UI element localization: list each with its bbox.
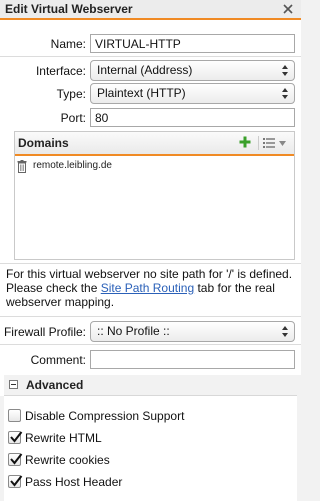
divider [0, 263, 301, 264]
select-arrows-icon [282, 326, 288, 337]
select-arrows-icon [282, 65, 288, 76]
firewall-label: Firewall Profile: [3, 325, 86, 339]
domain-name: remote.leibling.de [33, 160, 112, 171]
disable-compression-checkbox[interactable] [8, 409, 21, 422]
firewall-row: Firewall Profile: :: No Profile :: [0, 321, 301, 343]
type-select-value: Plaintext (HTTP) [97, 86, 186, 100]
list-view-icon[interactable] [263, 138, 275, 148]
advanced-section-header[interactable]: Advanced [4, 375, 297, 396]
checkmark-icon [10, 431, 23, 443]
port-input[interactable] [90, 108, 295, 127]
comment-input[interactable] [90, 350, 295, 369]
firewall-select-value: :: No Profile :: [97, 324, 170, 338]
trash-icon[interactable] [17, 160, 27, 173]
interface-select-value: Internal (Address) [97, 63, 193, 77]
checkmark-icon [10, 475, 23, 487]
rewrite-html-checkbox[interactable] [8, 431, 23, 444]
type-select[interactable]: Plaintext (HTTP) [90, 83, 295, 104]
interface-select[interactable]: Internal (Address) [90, 60, 295, 81]
site-path-routing-link[interactable]: Site Path Routing [101, 281, 194, 295]
type-label: Type: [56, 87, 86, 101]
dialog-title: Edit Virtual Webserver [5, 2, 133, 16]
port-row: Port: [0, 107, 301, 129]
domains-panel: Domains remote.leibling.de [14, 131, 295, 260]
option-label: Disable Compression Support [25, 409, 185, 423]
comment-row: Comment: [0, 349, 301, 371]
name-label: Name: [50, 37, 86, 51]
name-row: Name: [0, 33, 301, 55]
checkmark-icon [10, 453, 23, 465]
domains-header: Domains [15, 132, 294, 156]
header-divider [258, 136, 259, 150]
name-input[interactable] [90, 34, 295, 53]
option-label: Rewrite HTML [25, 431, 102, 445]
pass-host-header-checkbox[interactable] [8, 475, 23, 488]
type-row: Type: Plaintext (HTTP) [0, 83, 301, 105]
divider [0, 344, 301, 345]
add-icon[interactable] [239, 136, 251, 148]
site-path-notice: For this virtual webserver no site path … [6, 267, 298, 309]
close-icon[interactable] [281, 2, 295, 16]
advanced-section: Disable Compression Support Rewrite HTML… [4, 396, 297, 501]
comment-label: Comment: [30, 353, 86, 367]
dialog-titlebar: Edit Virtual Webserver [0, 0, 301, 20]
option-label: Rewrite cookies [25, 453, 110, 467]
section-border [297, 375, 301, 501]
option-label: Pass Host Header [25, 475, 123, 489]
rewrite-cookies-checkbox[interactable] [8, 453, 23, 466]
firewall-profile-select[interactable]: :: No Profile :: [90, 321, 295, 342]
collapse-icon[interactable] [9, 380, 18, 389]
interface-label: Interface: [35, 64, 86, 78]
advanced-title: Advanced [26, 378, 84, 392]
domains-title: Domains [18, 136, 69, 150]
select-arrows-icon [282, 88, 288, 99]
interface-row: Interface: Internal (Address) [0, 60, 301, 82]
port-label: Port: [60, 111, 86, 125]
chevron-down-icon[interactable] [279, 141, 286, 146]
divider [0, 56, 301, 57]
divider [0, 316, 301, 317]
